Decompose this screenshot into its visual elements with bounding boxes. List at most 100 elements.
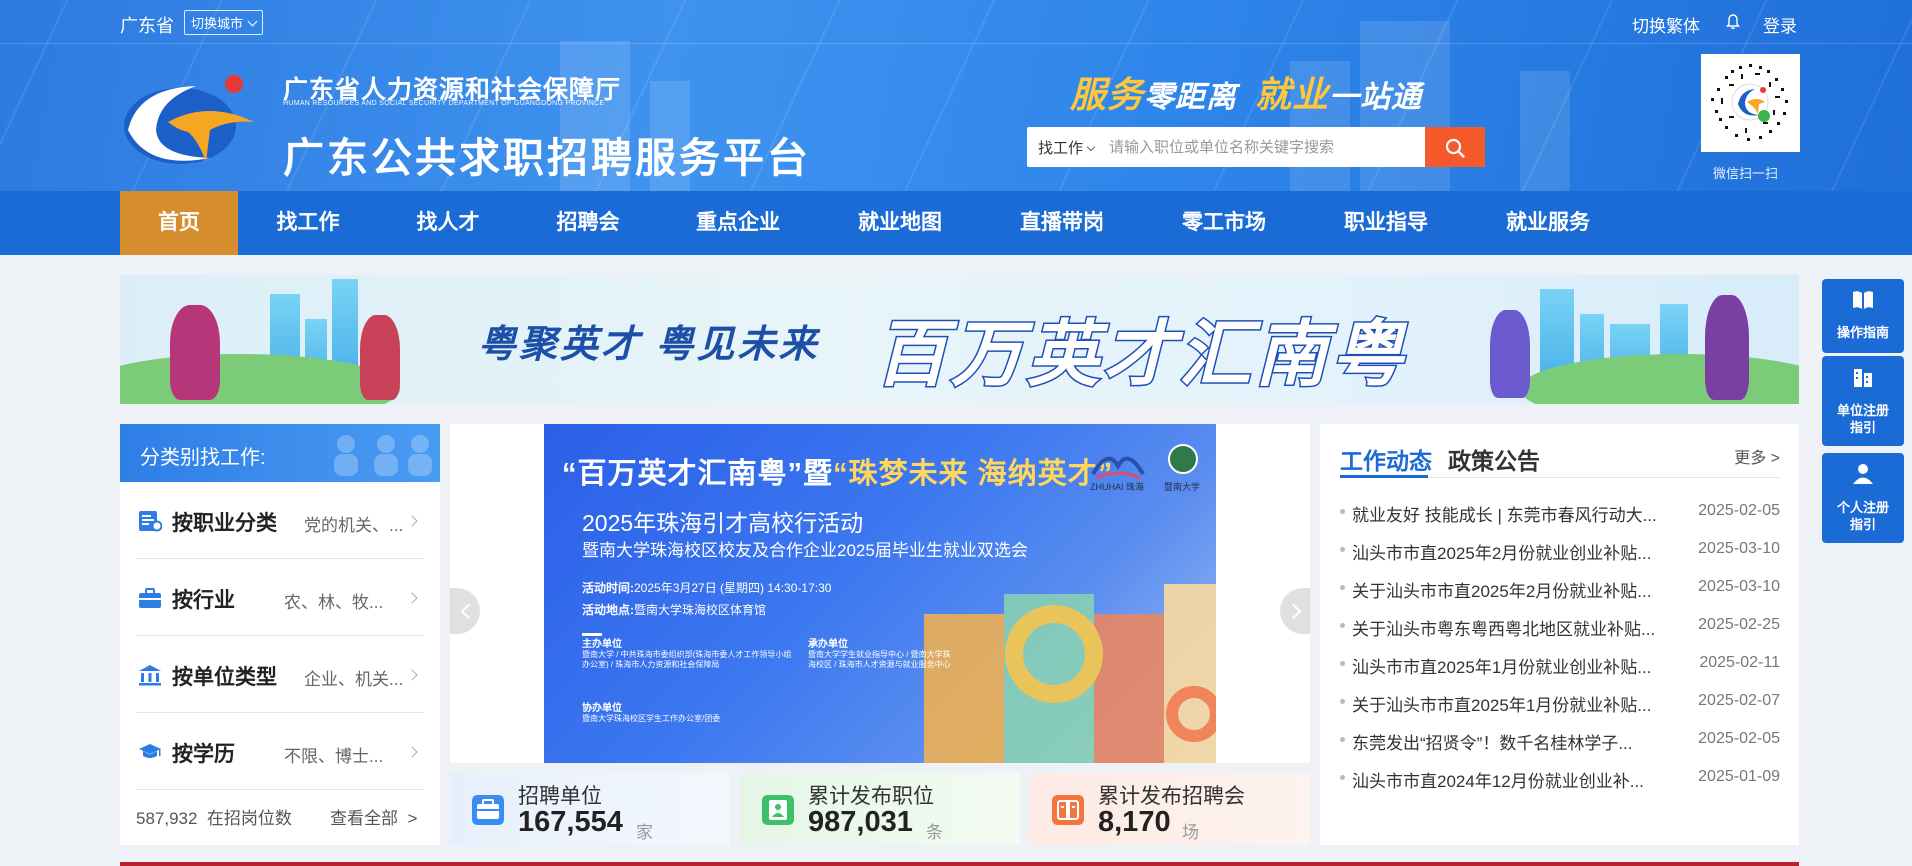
news-item[interactable]: 关于汕头市市直2025年2月份就业补贴... 2025-03-10 (1340, 574, 1780, 601)
slide-event-time: 活动时间:2025年3月27日 (星期四) 14:30-17:30 (582, 579, 831, 596)
category-desc: 企业、机关... (304, 670, 404, 689)
promo-banner[interactable]: 粤聚英才 粤见未来 百万英才汇南粤 (120, 275, 1799, 404)
search-icon (1445, 138, 1465, 158)
category-row-industry[interactable]: 按行业 农、林、牧... (136, 559, 424, 636)
carousel-pagination (776, 753, 958, 756)
nav-item-employment-map[interactable]: 就业地图 (840, 191, 960, 255)
graduation-cap-icon (139, 744, 161, 758)
news-date: 2025-03-10 (1698, 578, 1780, 595)
occupation-icon (139, 511, 162, 532)
slide-info-value: 暨南大学珠海校区体育馆 (634, 603, 767, 617)
nav-item-home[interactable]: 首页 (120, 191, 238, 255)
login-link[interactable]: 登录 (1763, 12, 1797, 37)
news-item[interactable]: 就业友好 技能成长 | 东莞市春风行动大... 2025-02-05 (1340, 498, 1780, 525)
news-item[interactable]: 汕头市市直2024年12月份就业创业补... 2025-01-09 (1340, 764, 1780, 791)
bell-icon[interactable] (1726, 14, 1740, 30)
switch-city-button[interactable]: 切换城市 (184, 10, 264, 35)
open-positions-count: 587,932 在招岗位数 (136, 804, 292, 829)
slogan-text: 零距离 (1144, 81, 1238, 114)
search-input[interactable] (1109, 135, 1389, 159)
news-item[interactable]: 汕头市市直2025年1月份就业创业补贴... 2025-02-11 (1340, 650, 1780, 677)
search-type-dropdown[interactable]: 找工作 (1038, 137, 1096, 158)
jinan-university-logo-icon (1168, 444, 1198, 474)
slogan-highlight: 服务 (1070, 74, 1145, 115)
bullet-icon (1340, 775, 1345, 780)
nav-item-gig-market[interactable]: 零工市场 (1164, 191, 1284, 255)
nav-item-find-job[interactable]: 找工作 (258, 191, 358, 255)
tab-policy-notices[interactable]: 政策公告 (1448, 442, 1540, 476)
bullet-icon (1340, 737, 1345, 742)
news-date: 2025-02-25 (1698, 616, 1780, 633)
side-employer-registration-button[interactable]: 单位注册 指引 (1822, 356, 1904, 446)
chevron-right-icon (406, 746, 418, 758)
main-navigation: 首页 找工作 找人才 招聘会 重点企业 就业地图 直播带岗 零工市场 职业指导 … (0, 191, 1912, 255)
footer-accent-bar (120, 862, 1799, 866)
news-more-link[interactable]: 更多 > (1734, 444, 1780, 468)
bullet-icon (1340, 699, 1345, 704)
bullet-icon (1340, 585, 1345, 590)
open-positions-label: 在招岗位数 (206, 809, 292, 828)
carousel-prev-button[interactable] (450, 588, 480, 634)
category-row-education[interactable]: 按学历 不限、博士... (136, 713, 424, 790)
stat-unit: 家 (636, 823, 653, 842)
slide-small-title: 承办单位 (808, 639, 848, 650)
news-tabs: 工作动态 政策公告 更多 > (1340, 424, 1780, 478)
carousel-slide[interactable]: “百万英才汇南粤”暨“珠梦未来 海纳英才” ZHUHAI 珠海 暨南大学 202… (544, 424, 1216, 763)
nav-item-career-guidance[interactable]: 职业指导 (1326, 191, 1446, 255)
stat-card-job-fairs: 累计发布招聘会 8,170 场 (1030, 773, 1310, 845)
stat-unit: 条 (926, 823, 943, 842)
chevron-down-icon (1086, 142, 1096, 152)
news-date: 2025-03-10 (1698, 540, 1780, 557)
side-button-label: 指引 (1849, 517, 1876, 532)
bullet-icon (1340, 509, 1345, 514)
slide-small-text: 暨南大学学生就业指导中心 / 暨南大学珠海校区 / 珠海市人才资源与就业服务中心 (808, 650, 951, 669)
qr-code-icon (1711, 64, 1788, 141)
nav-item-employment-services[interactable]: 就业服务 (1488, 191, 1608, 255)
stat-value: 8,170 (1098, 806, 1171, 838)
stat-value: 987,031 (808, 806, 913, 838)
nav-item-job-fair[interactable]: 招聘会 (538, 191, 638, 255)
news-item[interactable]: 东莞发出“招贤令”！数千名桂林学子... 2025-02-05 (1340, 726, 1780, 753)
category-row-occupation[interactable]: 按职业分类 党的机关、... (136, 482, 424, 559)
side-personal-registration-button[interactable]: 个人注册 指引 (1822, 453, 1904, 543)
slide-title-highlight: “珠梦未来 海纳英才” (833, 458, 1114, 490)
nav-item-find-talent[interactable]: 找人才 (398, 191, 498, 255)
jinan-university-logo-text: 暨南大学 (1164, 482, 1201, 492)
stat-unit: 场 (1182, 823, 1199, 842)
side-button-label: 单位注册 (1836, 403, 1889, 418)
tab-work-news[interactable]: 工作动态 (1340, 442, 1432, 476)
resume-icon (762, 795, 794, 825)
news-title: 关于汕头市市直2025年2月份就业补贴... (1352, 582, 1652, 601)
carousel-next-button[interactable] (1280, 588, 1310, 634)
site-header: 广东省 切换城市 切换繁体 登录 广东省人力资源和社会保障厅 HUMAN RES… (0, 0, 1912, 191)
news-item[interactable]: 关于汕头市市直2025年1月份就业补贴... 2025-02-07 (1340, 688, 1780, 715)
open-positions-value: 587,932 (136, 809, 198, 828)
news-item[interactable]: 汕头市市直2025年2月份就业创业补贴... 2025-03-10 (1340, 536, 1780, 563)
switch-city-label: 切换城市 (191, 16, 244, 31)
institution-icon (139, 665, 161, 686)
top-bar: 广东省 切换城市 切换繁体 登录 (0, 0, 1912, 44)
chevron-right-icon (406, 592, 418, 604)
slide-title-part: “百万英才汇南粤”暨 (562, 458, 834, 490)
category-desc: 党的机关、... (304, 516, 404, 535)
nav-item-key-enterprises[interactable]: 重点企业 (678, 191, 798, 255)
slide-heading: 2025年珠海引才高校行活动 (582, 510, 864, 536)
news-item[interactable]: 关于汕头市粤东粤西粤北地区就业补贴... 2025-02-25 (1340, 612, 1780, 639)
slide-small-title: 协办单位 (582, 703, 622, 714)
nav-item-live-recruiting[interactable]: 直播带岗 (1002, 191, 1122, 255)
news-title: 汕头市市直2024年12月份就业创业补... (1352, 772, 1644, 791)
stat-card-positions: 累计发布职位 987,031 条 (740, 773, 1020, 845)
header-building-decor (1520, 71, 1570, 191)
traditional-chinese-toggle[interactable]: 切换繁体 (1632, 12, 1700, 37)
slide-small-text: 暨南大学 / 中共珠海市委组织部(珠海市委人才工作领导小组办公室) / 珠海市人… (582, 650, 792, 669)
department-logo-icon[interactable] (118, 70, 260, 168)
category-title: 按单位类型 (172, 666, 277, 689)
slide-decoration (924, 584, 1216, 763)
view-all-link[interactable]: 查看全部 > (330, 804, 417, 829)
bullet-icon (1340, 547, 1345, 552)
slide-divider (582, 633, 602, 636)
side-operation-guide-button[interactable]: 操作指南 (1822, 279, 1904, 353)
category-row-employer-type[interactable]: 按单位类型 企业、机关... (136, 636, 424, 713)
category-title: 按学历 (172, 743, 235, 766)
search-button[interactable] (1425, 127, 1485, 167)
